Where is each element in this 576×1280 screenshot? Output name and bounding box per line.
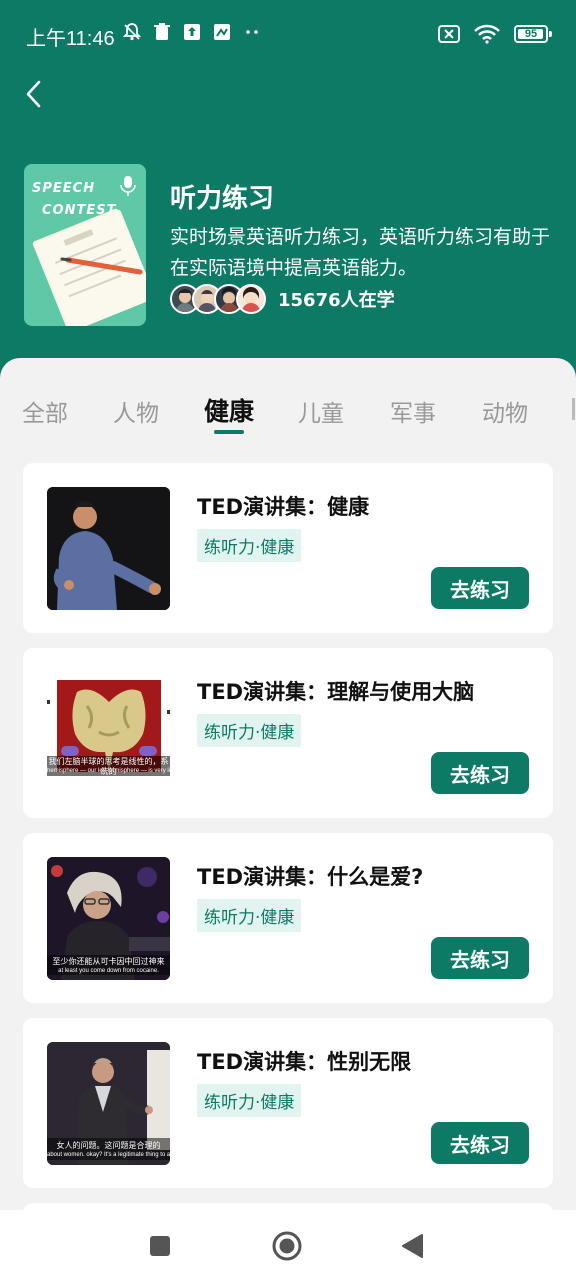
- system-nav-bar: [0, 1210, 576, 1280]
- tab-health[interactable]: 健康: [204, 392, 254, 428]
- course-tag: 练听力·健康: [197, 899, 302, 932]
- tab-people[interactable]: 人物: [113, 394, 159, 428]
- more-dots-icon: [246, 30, 258, 34]
- trash-icon: [154, 23, 170, 40]
- tab-all[interactable]: 全部: [22, 394, 68, 428]
- status-bar: 上午11:46 95: [0, 0, 576, 72]
- course-title: TED演讲集：性别无限: [197, 1050, 412, 1074]
- square-icon: [150, 1236, 170, 1256]
- active-tab-indicator: [214, 430, 244, 434]
- page-description: 实时场景英语听力练习，英语听力练习有助于在实际语境中提高英语能力。: [170, 226, 551, 279]
- practice-button[interactable]: 去练习: [431, 1122, 529, 1164]
- page-title: 听力练习: [170, 184, 275, 214]
- tab-children[interactable]: 儿童: [298, 394, 344, 428]
- course-card[interactable]: 至少你还能从可卡因中回过神来 at least you come down fr…: [23, 833, 553, 1003]
- course-tag: 练听力·健康: [197, 529, 302, 562]
- category-tabs: 全部 人物 健康 儿童 军事 动物: [0, 358, 576, 448]
- mute-bell-icon: [122, 23, 142, 41]
- status-time: 上午11:46: [26, 28, 115, 50]
- home-circle-icon: [272, 1231, 302, 1261]
- course-tag: 练听力·健康: [197, 714, 302, 747]
- wifi-icon: [474, 24, 500, 44]
- course-thumbnail: 我们左脑半球的思考是线性的，系统的 hemisphere — our left …: [47, 672, 170, 795]
- course-thumbnail: 女人的问题。这问题是合理的 about women. okay? It's a …: [47, 1042, 170, 1165]
- practice-button[interactable]: 去练习: [431, 752, 529, 794]
- tab-overflow: [572, 398, 575, 420]
- video-subtitle-en: about women. okay? It's a legitimate thi…: [47, 1152, 170, 1158]
- app-icon: [214, 24, 230, 40]
- course-cover-image: SPEECH CONTEST: [24, 164, 146, 326]
- practice-button[interactable]: 去练习: [431, 567, 529, 609]
- course-tag: 练听力·健康: [197, 1084, 302, 1117]
- content-sheet: 全部 人物 健康 儿童 军事 动物 TED演讲集：健康 练听力·健康 去练习 我…: [0, 358, 576, 1233]
- battery-level: 95: [524, 28, 538, 40]
- tab-military[interactable]: 军事: [390, 394, 436, 428]
- learner-info: 15676人在学: [170, 284, 395, 314]
- microphone-icon: [120, 176, 136, 196]
- course-card[interactable]: 我们左脑半球的思考是线性的，系统的 hemisphere — our left …: [23, 648, 553, 818]
- course-title: TED演讲集：健康: [197, 495, 370, 519]
- system-icons: 95: [438, 24, 552, 44]
- back-nav-button[interactable]: [396, 1230, 428, 1262]
- notification-icons: [122, 22, 262, 42]
- learner-avatars: [170, 284, 266, 314]
- back-button[interactable]: [14, 74, 54, 114]
- home-button[interactable]: [271, 1230, 303, 1262]
- learner-count: 15676人在学: [278, 290, 395, 311]
- upload-icon: [184, 24, 200, 40]
- video-subtitle-en: at least you come down from cocaine.: [58, 968, 159, 974]
- practice-button[interactable]: 去练习: [431, 937, 529, 979]
- battery-icon: 95: [514, 25, 552, 43]
- course-title: TED演讲集：什么是爱?: [197, 865, 424, 889]
- header: 上午11:46 95 SPEECH CONTEST 听力练习 实时场景英语听力练…: [0, 0, 576, 380]
- video-subtitle-en: hemisphere — our left hemisphere — is ve…: [47, 768, 170, 774]
- course-card[interactable]: TED演讲集：健康 练听力·健康 去练习: [23, 463, 553, 633]
- course-thumbnail: [47, 487, 170, 610]
- recent-apps-button[interactable]: [144, 1230, 176, 1262]
- triangle-back-icon: [402, 1234, 423, 1258]
- course-thumbnail: 至少你还能从可卡因中回过神来 at least you come down fr…: [47, 857, 170, 980]
- sim-off-icon: [438, 25, 460, 43]
- course-card[interactable]: 女人的问题。这问题是合理的 about women. okay? It's a …: [23, 1018, 553, 1188]
- course-title: TED演讲集：理解与使用大脑: [197, 680, 475, 704]
- chevron-left-icon: [26, 80, 41, 108]
- avatar: [236, 284, 266, 314]
- tab-animals[interactable]: 动物: [482, 394, 528, 428]
